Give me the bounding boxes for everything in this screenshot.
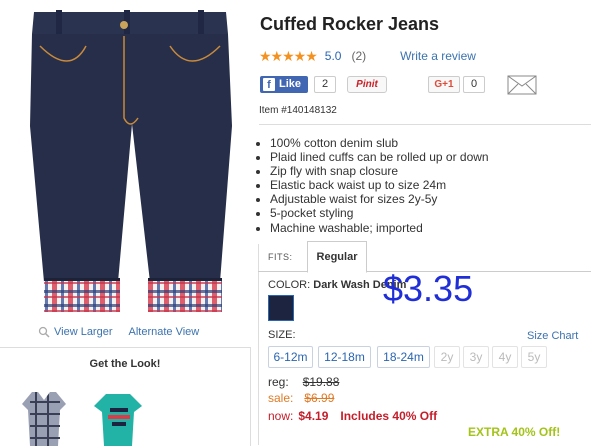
email-icon[interactable] [507,75,537,95]
google-plus-button[interactable]: G+1 [428,76,460,93]
size-option-12-18m[interactable]: 12-18m [318,346,371,368]
sale-price-label: sale: [268,391,294,405]
discount-note: Includes 40% Off [340,409,438,423]
rating-score: 5.0 [324,49,342,63]
size-option-4y[interactable]: 4y [492,346,518,368]
regular-price-value: $19.88 [302,375,340,389]
get-the-look-panel: Get the Look! [0,347,251,446]
feature-item: Zip fly with snap closure [270,164,489,178]
size-option-5y[interactable]: 5y [521,346,547,368]
current-price-label: now: [268,409,294,423]
rating-row: ★★★★★ 5.0 (2) Write a review [259,48,476,65]
color-label-text: COLOR: [268,279,311,291]
fits-label: FITS: [268,252,293,262]
current-price-value: $4.19 [298,409,329,423]
like-count: 2 [314,76,336,93]
facebook-icon: f [263,78,275,91]
size-option-2y[interactable]: 2y [434,346,460,368]
regular-price-label: reg: [268,375,289,389]
size-option-18-24m[interactable]: 18-24m [377,346,430,368]
feature-item: 100% cotton denim slub [270,136,489,150]
product-title: Cuffed Rocker Jeans [260,14,440,34]
feature-item: Elastic back waist up to size 24m [270,178,489,192]
size-option-3y[interactable]: 3y [463,346,489,368]
item-number: Item #140148132 [259,105,337,116]
tab-regular-fit[interactable]: Regular [307,241,367,273]
current-price: now: $4.19 Includes 40% Off [268,409,437,423]
regular-price: reg: $19.88 [268,375,339,389]
size-option-6-12m[interactable]: 6-12m [268,346,313,368]
image-links: View Larger Alternate View [38,326,199,341]
facebook-like-button[interactable]: f Like [260,76,308,93]
feature-item: Adjustable waist for sizes 2y-5y [270,192,489,206]
view-larger-link[interactable]: View Larger [54,326,113,338]
overlay-price-annotation: $3.35 [383,268,474,309]
extra-off-promo: EXTRA 40% Off! [468,425,561,439]
review-count: (2) [351,49,367,63]
google-plus-count: 0 [463,76,485,93]
write-review-link[interactable]: Write a review [400,49,476,63]
product-image[interactable] [20,6,245,318]
feature-list: 100% cotton denim slub Plaid lined cuffs… [258,136,489,235]
alternate-view-link[interactable]: Alternate View [129,326,200,338]
get-the-look-title: Get the Look! [89,358,161,370]
magnifier-icon [38,326,50,341]
sale-price-value: $6.99 [304,391,335,405]
sale-price: sale: $6.99 [268,391,334,405]
pinit-button[interactable]: Pinit [347,76,387,93]
teal-tee-thumbnail[interactable] [94,392,142,446]
size-chart-link[interactable]: Size Chart [527,330,578,342]
size-label: SIZE: [268,329,296,341]
options-panel-border [258,244,259,445]
divider [259,124,591,125]
feature-item: Plaid lined cuffs can be rolled up or do… [270,150,489,164]
like-label: Like [279,78,302,90]
star-rating-icon[interactable]: ★★★★★ [259,48,318,64]
color-swatch-dark-wash[interactable] [268,295,294,321]
feature-item: 5-pocket styling [270,206,489,220]
feature-item: Machine washable; imported [270,221,489,235]
plaid-shirt-thumbnail[interactable] [22,390,66,446]
